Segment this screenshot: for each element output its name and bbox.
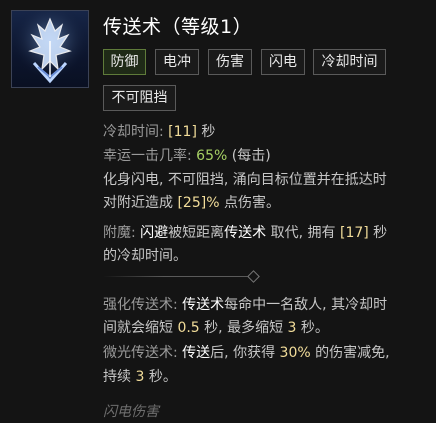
tag-cooldown: 冷却时间 <box>313 49 386 75</box>
lucky-hit-stat: 幸运一击几率: 65% (每击) <box>103 145 271 165</box>
lucky-hit-label: 幸运一击几率: <box>103 148 197 164</box>
upgrade2-line-1: 微光传送术: 传送后, 你获得 30% 的伤害减免, <box>103 342 390 362</box>
upgrade2-text-c: 持续 <box>103 369 136 385</box>
tag-defense: 防御 <box>103 49 146 75</box>
lucky-hit-value: 65% <box>196 148 228 164</box>
enchant-line-2: 的冷却时间。 <box>103 248 187 264</box>
enchant-text-a: 被短距离 <box>168 225 225 241</box>
enchant-evade: 闪避 <box>140 225 169 241</box>
enchant-text-b: 取代, 拥有 <box>270 225 340 241</box>
upgrade1-skill: 传送术 <box>182 297 225 313</box>
tag-unstoppable: 不可阻挡 <box>103 85 176 111</box>
upgrade2-skill: 传送 <box>182 345 211 361</box>
upgrade2-text-b: 的伤害减免, <box>310 345 390 361</box>
description-text-end: 点伤害。 <box>219 195 280 211</box>
upgrade1-label: 强化传送术: <box>103 297 183 313</box>
upgrade1-value-1: 0.5 <box>177 320 200 336</box>
tag-surge: 电冲 <box>155 49 199 75</box>
enchant-value: [17] <box>339 225 369 241</box>
upgrade1-text-d: 秒。 <box>296 320 329 336</box>
lucky-hit-suffix: (每击) <box>227 148 271 164</box>
tag-lightning: 闪电 <box>261 49 305 75</box>
upgrade2-text-d: 秒。 <box>144 369 177 385</box>
description-text: 对附近造成 <box>103 195 178 211</box>
enchant-text-c: 秒 <box>368 225 388 241</box>
upgrade1-text-b: 间就会缩短 <box>103 320 178 336</box>
enchant-skill: 传送术 <box>224 225 267 241</box>
divider-diamond-icon <box>247 270 260 283</box>
upgrade2-label: 微光传送术: <box>103 345 183 361</box>
upgrade2-value: 30% <box>279 345 311 361</box>
tag-damage: 伤害 <box>208 49 252 75</box>
cooldown-stat: 冷却时间: [11] 秒 <box>103 121 215 141</box>
section-divider <box>103 276 255 277</box>
enchant-label: 附魔: <box>103 225 141 241</box>
description-line-2: 对附近造成 [25]% 点伤害。 <box>103 192 280 212</box>
upgrade1-line-1: 强化传送术: 传送术每命中一名敌人, 其冷却时 <box>103 294 387 314</box>
cooldown-value: [11] <box>168 124 197 140</box>
upgrade1-text-c: 秒, 最多缩短 <box>199 320 288 336</box>
cooldown-unit: 秒 <box>196 124 216 140</box>
upgrade2-text: 后, 你获得 <box>210 345 280 361</box>
skill-title: 传送术（等级1） <box>103 16 253 38</box>
enchant-line-1: 附魔: 闪避被短距离传送术 取代, 拥有 [17] 秒 <box>103 222 387 242</box>
upgrade2-line-2: 持续 3 秒。 <box>103 366 177 386</box>
description-line-1: 化身闪电, 不可阻挡, 涌向目标位置并在抵达时 <box>103 172 387 188</box>
upgrade1-line-2: 间就会缩短 0.5 秒, 最多缩短 3 秒。 <box>103 317 329 337</box>
damage-type-footer: 闪电伤害 <box>103 404 159 420</box>
cooldown-label: 冷却时间: <box>103 124 169 140</box>
upgrade1-text: 每命中一名敌人, 其冷却时 <box>224 297 388 313</box>
damage-value: [25]% <box>177 195 220 211</box>
teleport-lightning-icon <box>11 10 89 88</box>
